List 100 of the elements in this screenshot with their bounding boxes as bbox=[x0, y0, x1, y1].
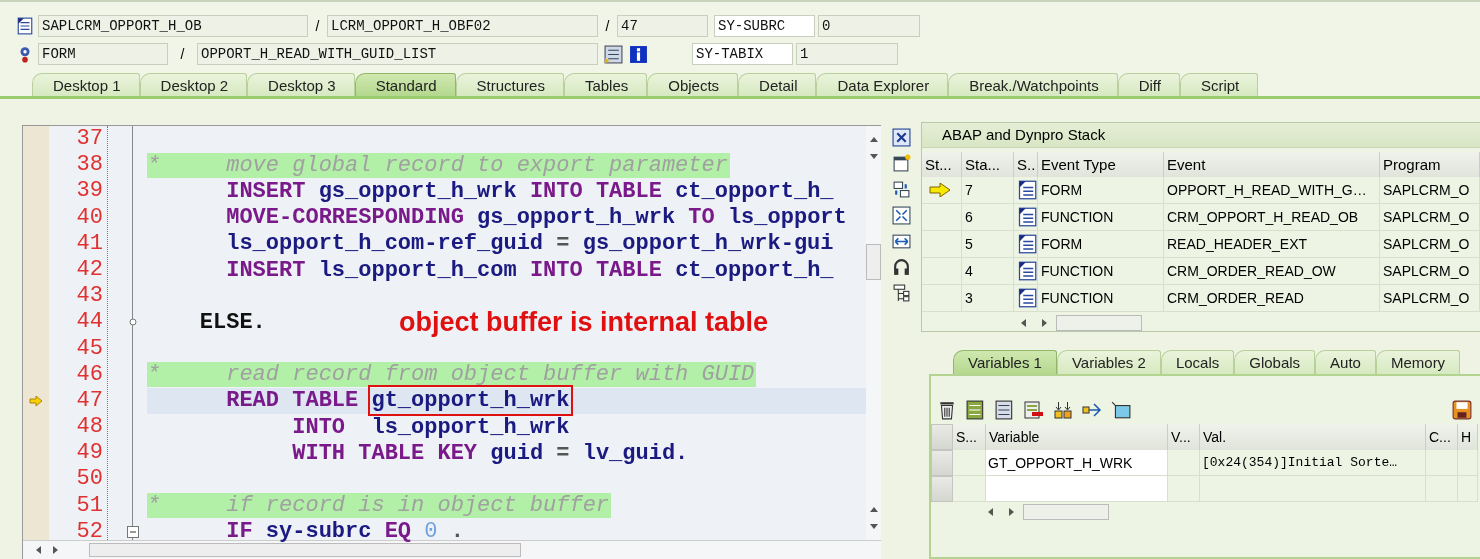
swap-icon[interactable] bbox=[891, 180, 911, 199]
tab[interactable]: Variables 2 bbox=[1056, 350, 1161, 374]
scroll-thumb[interactable] bbox=[89, 543, 521, 557]
line-number: 52 bbox=[75, 518, 104, 545]
tab[interactable]: Break./Watchpoints bbox=[948, 73, 1118, 96]
code-token: INSERT bbox=[226, 257, 306, 283]
tab[interactable]: Data Explorer bbox=[816, 73, 949, 96]
column-header[interactable]: Event bbox=[1164, 152, 1380, 177]
code-token: ELSE. bbox=[199, 309, 266, 335]
scroll-up-icon[interactable] bbox=[869, 506, 878, 514]
table-cell: SAPLCRM_O bbox=[1380, 258, 1480, 285]
folder-icon[interactable] bbox=[1111, 400, 1131, 420]
event-type-field[interactable]: FORM bbox=[38, 43, 168, 65]
collapse-icon[interactable] bbox=[126, 525, 139, 538]
tab[interactable]: Locals bbox=[1160, 350, 1235, 374]
sysvar-value[interactable]: 1 bbox=[796, 43, 898, 65]
column-header[interactable]: Variable bbox=[986, 424, 1168, 450]
tab[interactable]: Detail bbox=[738, 73, 817, 96]
tab[interactable]: Desktop 3 bbox=[247, 73, 355, 96]
scroll-thumb[interactable] bbox=[866, 244, 881, 280]
column-header[interactable]: S.. bbox=[1014, 152, 1038, 177]
event-field[interactable]: OPPORT_H_READ_WITH_GUID_LIST bbox=[197, 43, 598, 65]
include-field[interactable]: LCRM_OPPORT_H_OBF02 bbox=[327, 15, 598, 37]
save-icon[interactable] bbox=[1452, 400, 1472, 420]
column-header[interactable]: V... bbox=[1168, 424, 1200, 450]
column-header[interactable]: St... bbox=[922, 152, 962, 177]
line-field[interactable]: 47 bbox=[617, 15, 708, 37]
code-token: 0 bbox=[424, 519, 438, 545]
column-header[interactable]: S... bbox=[953, 424, 986, 450]
code-token: TABLE bbox=[358, 440, 425, 466]
document-icon bbox=[16, 17, 34, 35]
horizontal-scrollbar[interactable] bbox=[23, 540, 881, 559]
table-cell: SAPLCRM_O bbox=[1380, 177, 1480, 204]
tab[interactable]: Variables 1 bbox=[953, 350, 1057, 374]
tab[interactable]: Tables bbox=[563, 73, 648, 96]
trash-icon[interactable] bbox=[937, 400, 957, 420]
code-token: ct_opport_h_ bbox=[675, 178, 834, 204]
code-token: = bbox=[556, 231, 570, 257]
column-header[interactable]: H bbox=[1458, 424, 1478, 450]
sort-icon[interactable] bbox=[1053, 400, 1073, 420]
tab[interactable]: Memory bbox=[1375, 350, 1461, 374]
scroll-down-icon[interactable] bbox=[869, 522, 878, 530]
scroll-right-icon[interactable] bbox=[1007, 508, 1015, 516]
scroll-left-icon[interactable] bbox=[987, 508, 995, 516]
info-icon[interactable] bbox=[629, 44, 648, 64]
table-cell: READ_HEADER_EXT bbox=[1164, 231, 1380, 258]
table-cell: 7 bbox=[962, 177, 1014, 204]
tab[interactable]: Objects bbox=[647, 73, 739, 96]
scroll-left-icon[interactable] bbox=[35, 546, 43, 554]
column-header[interactable]: Event Type bbox=[1038, 152, 1164, 177]
code-token: . bbox=[450, 519, 464, 545]
code-token: gs_opport_h_wrk bbox=[318, 178, 517, 204]
column-header[interactable]: C... bbox=[1426, 424, 1458, 450]
line-number: 41 bbox=[75, 230, 104, 257]
program-field[interactable]: SAPLCRM_OPPORT_H_OB bbox=[38, 15, 308, 37]
scroll-thumb[interactable] bbox=[1056, 315, 1142, 331]
hierarchy-icon[interactable] bbox=[891, 284, 911, 303]
scroll-right-icon[interactable] bbox=[1040, 319, 1048, 327]
list-icon[interactable] bbox=[995, 400, 1015, 420]
scroll-thumb[interactable] bbox=[1023, 504, 1109, 520]
table-cell[interactable] bbox=[986, 476, 1168, 502]
tab[interactable]: Structures bbox=[455, 73, 564, 96]
table-cell: OPPORT_H_READ_WITH_G… bbox=[1164, 177, 1380, 204]
tab[interactable]: Auto bbox=[1315, 350, 1376, 374]
tab[interactable]: Script bbox=[1179, 73, 1259, 96]
code-comment: * move global record to export parameter bbox=[147, 152, 730, 178]
table-cell[interactable]: GT_OPPORT_H_WRK bbox=[986, 450, 1168, 476]
tab[interactable]: Standard bbox=[354, 73, 456, 96]
list-icon[interactable] bbox=[604, 44, 623, 64]
column-header[interactable]: Program bbox=[1380, 152, 1480, 177]
scroll-right-icon[interactable] bbox=[51, 546, 59, 554]
code-token: TABLE bbox=[595, 178, 662, 204]
delete-row-icon[interactable] bbox=[1024, 400, 1044, 420]
scroll-left-icon[interactable] bbox=[1020, 319, 1028, 327]
table-cell: SAPLCRM_O bbox=[1380, 285, 1480, 312]
code-token: gs_opport_h_wrk bbox=[477, 205, 676, 231]
current-arrow-icon bbox=[929, 183, 951, 197]
table-cell: FUNCTION bbox=[1038, 258, 1164, 285]
vertical-scrollbar[interactable] bbox=[866, 126, 881, 540]
fullscreen-icon[interactable] bbox=[891, 206, 911, 225]
code-token: KEY bbox=[437, 440, 478, 466]
column-header[interactable]: Sta... bbox=[962, 152, 1014, 177]
headset-icon[interactable] bbox=[891, 258, 911, 277]
column-header[interactable]: Val. bbox=[1200, 424, 1426, 450]
line-number: 48 bbox=[75, 414, 104, 441]
tab[interactable]: Globals bbox=[1234, 350, 1316, 374]
list-icon[interactable] bbox=[966, 400, 986, 420]
code-token: gs_opport_h_wrk-gui bbox=[582, 231, 834, 257]
tab[interactable]: Desktop 1 bbox=[32, 73, 140, 96]
tab[interactable]: Diff bbox=[1117, 73, 1180, 96]
new-window-icon[interactable] bbox=[891, 154, 911, 173]
expand-width-icon[interactable] bbox=[891, 232, 911, 251]
code-token: TABLE bbox=[292, 388, 359, 414]
code-token: INTO bbox=[292, 414, 346, 440]
sysvar-value[interactable]: 0 bbox=[818, 15, 920, 37]
code-token: sy-subrc bbox=[265, 519, 372, 545]
close-icon[interactable] bbox=[891, 128, 911, 147]
scroll-down-icon[interactable] bbox=[869, 152, 878, 160]
scroll-up-icon[interactable] bbox=[869, 136, 878, 144]
tab[interactable]: Desktop 2 bbox=[139, 73, 248, 96]
